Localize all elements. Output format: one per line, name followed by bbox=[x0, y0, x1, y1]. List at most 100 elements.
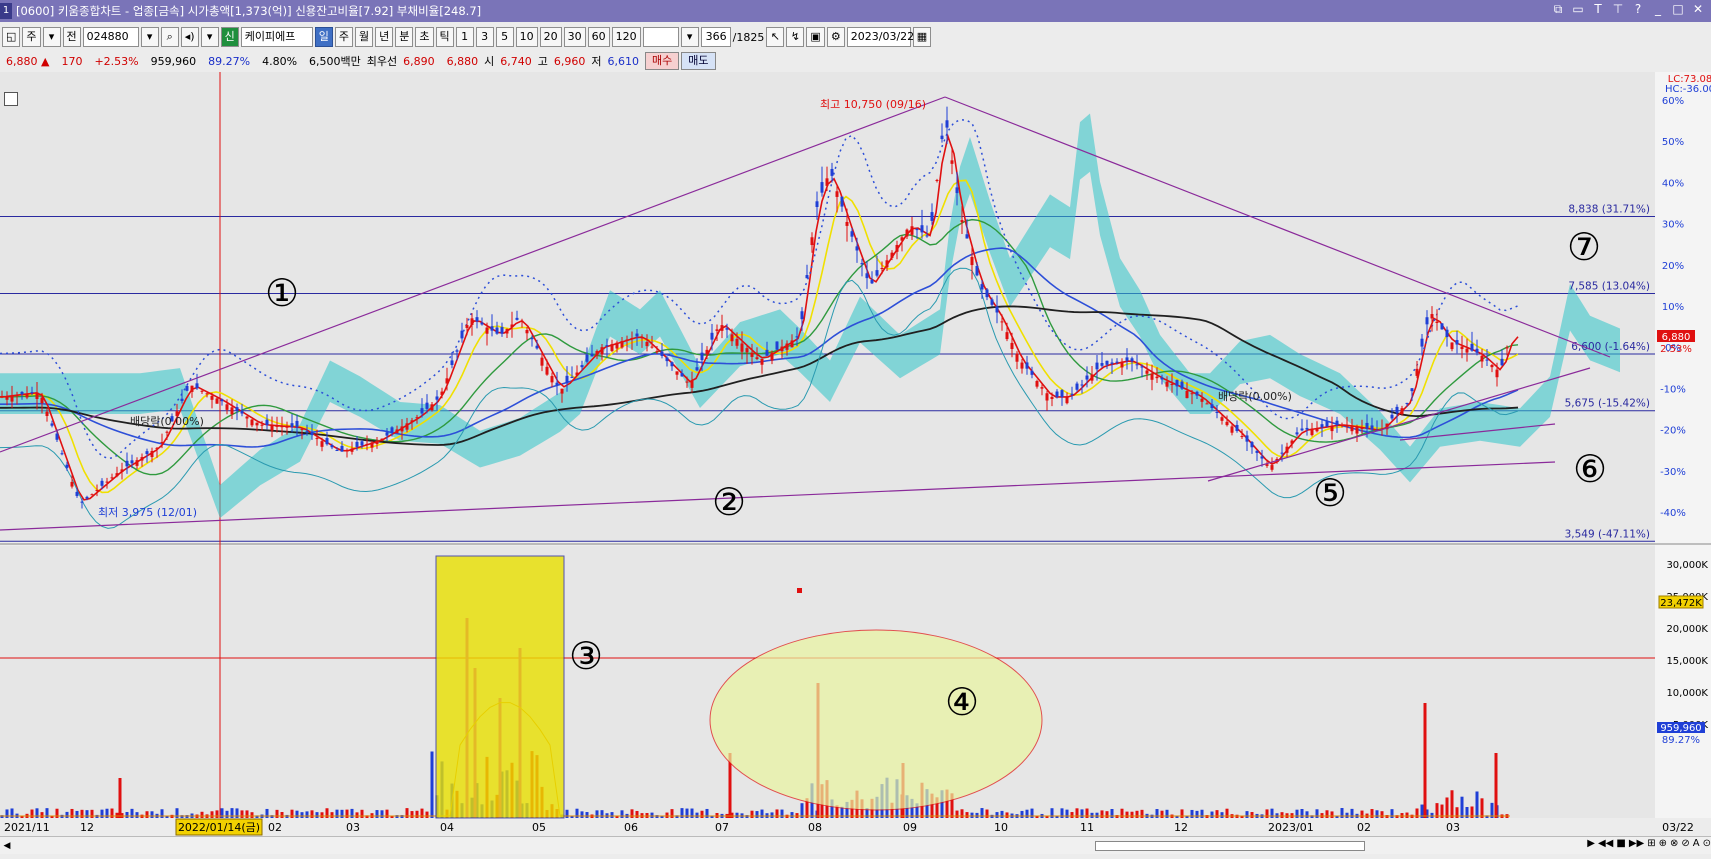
chart-tool-icon[interactable] bbox=[4, 92, 18, 106]
x-axis-label: 10 bbox=[994, 821, 1008, 834]
chart-type-icon[interactable]: ◱ bbox=[2, 27, 21, 47]
volume-bar bbox=[1025, 809, 1029, 818]
x-axis-label: 11 bbox=[1080, 821, 1094, 834]
period-minute-tab[interactable]: 분 bbox=[395, 27, 414, 47]
mode-button[interactable]: 주 bbox=[22, 27, 41, 47]
period-year-tab[interactable]: 년 bbox=[375, 27, 394, 47]
period-second-tab[interactable]: 초 bbox=[415, 27, 434, 47]
code-dropdown-icon[interactable]: ▾ bbox=[140, 27, 159, 47]
interval-10[interactable]: 10 bbox=[515, 27, 538, 47]
stock-code-input[interactable]: 024880 bbox=[82, 27, 139, 47]
zoom-icon[interactable]: ⊞ bbox=[1647, 838, 1655, 849]
rewind-icon[interactable]: ◀◀ bbox=[1598, 838, 1613, 849]
volume-bar bbox=[280, 812, 284, 818]
candle-body bbox=[525, 330, 529, 334]
candle-body bbox=[205, 393, 209, 395]
interval-20[interactable]: 20 bbox=[539, 27, 562, 47]
volume-bar bbox=[1270, 808, 1274, 818]
stock-name-field[interactable]: 케이피에프 bbox=[240, 27, 313, 47]
volume-bar bbox=[680, 808, 684, 818]
interval-5[interactable]: 5 bbox=[495, 27, 514, 47]
window-title: [0600] 키움종합차트 - 업종[금속] 시가총액[1,373(억)] 신용… bbox=[16, 4, 482, 18]
volume-bar bbox=[1225, 808, 1229, 818]
candle-body bbox=[1105, 360, 1109, 365]
volume-bar bbox=[1325, 810, 1329, 818]
volume-bar bbox=[100, 809, 104, 818]
volume-bar bbox=[1370, 809, 1374, 818]
custom-interval-dropdown-icon[interactable]: ▾ bbox=[680, 27, 699, 47]
sound-icon[interactable]: ◂) bbox=[180, 27, 199, 47]
candle-body bbox=[610, 344, 614, 351]
candle-body bbox=[965, 234, 969, 239]
restore-icon[interactable]: ▭ bbox=[1571, 2, 1585, 17]
custom-interval-input[interactable] bbox=[642, 27, 679, 47]
high-label: 고 bbox=[537, 55, 548, 68]
period-tick-tab[interactable]: 틱 bbox=[435, 27, 454, 47]
volume-bar bbox=[630, 809, 634, 818]
credit-badge[interactable]: 신 bbox=[220, 27, 239, 47]
tool-a-icon[interactable]: ⊕ bbox=[1659, 838, 1667, 849]
volume-bar bbox=[235, 808, 239, 818]
close-icon[interactable]: ✕ bbox=[1691, 2, 1705, 17]
scroll-left-icon[interactable]: ◀ bbox=[0, 841, 14, 851]
fast-forward-icon[interactable]: ▶▶ bbox=[1629, 838, 1644, 849]
candle-body bbox=[830, 168, 834, 176]
stop-icon[interactable]: ■ bbox=[1616, 838, 1625, 849]
candle-body bbox=[1205, 403, 1209, 405]
candle-body bbox=[655, 351, 659, 353]
candle-body bbox=[40, 397, 44, 404]
text-icon[interactable]: T bbox=[1591, 2, 1605, 17]
interval-30[interactable]: 30 bbox=[563, 27, 586, 47]
buy-button[interactable]: 매수 bbox=[645, 52, 680, 70]
title-bar: 1 [0600] 키움종합차트 - 업종[금속] 시가총액[1,373(억)] … bbox=[0, 0, 1711, 22]
period-week-tab[interactable]: 주 bbox=[334, 27, 354, 47]
candle-body bbox=[25, 393, 29, 398]
tool-d-icon[interactable]: ⊙ bbox=[1703, 838, 1711, 849]
mode-dropdown-icon[interactable]: ▾ bbox=[42, 27, 61, 47]
volume-bar bbox=[760, 809, 764, 818]
scroll-right-icon[interactable]: ▶ bbox=[1587, 838, 1595, 849]
marker-2: ② bbox=[712, 480, 746, 524]
data-count-input[interactable]: 366 bbox=[700, 27, 731, 47]
interval-60[interactable]: 60 bbox=[587, 27, 610, 47]
candle-body bbox=[380, 438, 384, 441]
tool-c-icon[interactable]: ⊘ bbox=[1681, 838, 1689, 849]
period-month-tab[interactable]: 월 bbox=[355, 27, 374, 47]
scroll-track[interactable] bbox=[1095, 841, 1365, 851]
candle-body bbox=[365, 443, 369, 445]
interval-120[interactable]: 120 bbox=[611, 27, 641, 47]
candle-body bbox=[1085, 375, 1089, 380]
text-tool-icon[interactable]: A bbox=[1693, 838, 1700, 849]
candle-body bbox=[575, 372, 579, 376]
sound-dropdown-icon[interactable]: ▾ bbox=[200, 27, 219, 47]
help-icon[interactable]: ? bbox=[1631, 2, 1645, 17]
candle-body bbox=[1410, 388, 1414, 392]
save-icon[interactable]: ▣ bbox=[806, 27, 825, 47]
link-icon[interactable]: ⧉ bbox=[1551, 2, 1565, 17]
calendar-icon[interactable]: ▦ bbox=[912, 27, 932, 47]
maximize-icon[interactable]: □ bbox=[1671, 2, 1685, 17]
price-volume-chart[interactable]: 8,838 (31.71%)7,585 (13.04%)6,600 (-1.64… bbox=[0, 72, 1711, 838]
volume-pct-tag: 89.27% bbox=[1662, 735, 1700, 746]
date-input[interactable]: 2023/03/22 bbox=[846, 27, 914, 47]
chart-scrollbar[interactable]: ◀ ▶ ◀◀ ■ ▶▶ ⊞ ⊕ ⊗ ⊘ A ⊙ bbox=[0, 836, 1711, 854]
trade-amount: 6,500백만 bbox=[309, 55, 361, 68]
minimize-icon[interactable]: _ bbox=[1651, 2, 1665, 17]
candle-body bbox=[995, 306, 999, 313]
settings-gear-icon[interactable]: ⚙ bbox=[826, 27, 845, 47]
cursor-tool-icon[interactable]: ↖ bbox=[766, 27, 785, 47]
chart-area[interactable]: 8,838 (31.71%) 7,585 (13.04%) 6,600 (-1.64… bbox=[0, 72, 1711, 838]
tool-b-icon[interactable]: ⊗ bbox=[1670, 838, 1678, 849]
interval-1[interactable]: 1 bbox=[455, 27, 474, 47]
pattern-tool-icon[interactable]: ↯ bbox=[786, 27, 805, 47]
sell-button[interactable]: 매도 bbox=[681, 52, 716, 70]
candle-body bbox=[320, 441, 324, 447]
volume-bar bbox=[345, 809, 349, 818]
interval-3[interactable]: 3 bbox=[475, 27, 494, 47]
prev-button[interactable]: 전 bbox=[62, 27, 81, 47]
pin-icon[interactable]: ⊤ bbox=[1611, 2, 1625, 17]
period-day-tab[interactable]: 일 bbox=[314, 27, 333, 47]
volume-bar bbox=[115, 812, 119, 818]
search-icon[interactable]: ⌕ bbox=[160, 27, 179, 47]
candle-body bbox=[735, 338, 739, 346]
